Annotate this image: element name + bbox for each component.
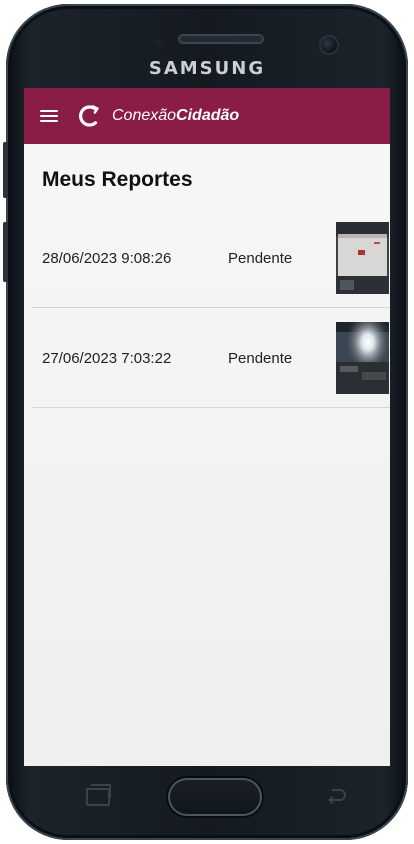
front-camera-icon (321, 37, 337, 53)
hamburger-menu-icon[interactable] (40, 109, 58, 123)
recent-apps-icon[interactable] (86, 784, 111, 806)
device-nav-bar (24, 766, 390, 822)
device-brand-label: SAMSUNG (148, 58, 266, 79)
app-logo-icon (79, 105, 99, 127)
report-row[interactable]: 27/06/2023 7:03:22 Pendente (32, 308, 390, 408)
report-photo-thumbnail[interactable] (336, 322, 389, 394)
app-title: ConexãoCidadão (112, 107, 239, 125)
app-bar: ConexãoCidadão (24, 88, 390, 144)
device-mockup: SAMSUNG ConexãoCidadão Meus Reportes 28/… (0, 0, 414, 844)
report-date: 27/06/2023 7:03:22 (42, 350, 172, 367)
app-screen: ConexãoCidadão Meus Reportes 28/06/2023 … (24, 88, 390, 766)
report-date: 28/06/2023 9:08:26 (42, 250, 172, 267)
report-row[interactable]: 28/06/2023 9:08:26 Pendente (32, 208, 390, 308)
report-status: Pendente (228, 250, 293, 267)
app-title-light: Conexão (112, 107, 177, 124)
proximity-sensor (154, 38, 162, 46)
back-arrow-icon[interactable] (326, 786, 348, 804)
volume-button (3, 142, 8, 198)
report-status: Pendente (228, 350, 293, 367)
app-title-bold: Cidadão (176, 107, 240, 124)
page-title: Meus Reportes (42, 168, 193, 191)
bixby-button (3, 222, 8, 282)
report-photo-thumbnail[interactable] (336, 222, 389, 294)
report-list: 28/06/2023 9:08:26 Pendente 27/06/2023 7… (32, 208, 390, 408)
earpiece-speaker (178, 34, 264, 44)
home-button[interactable] (168, 778, 262, 816)
